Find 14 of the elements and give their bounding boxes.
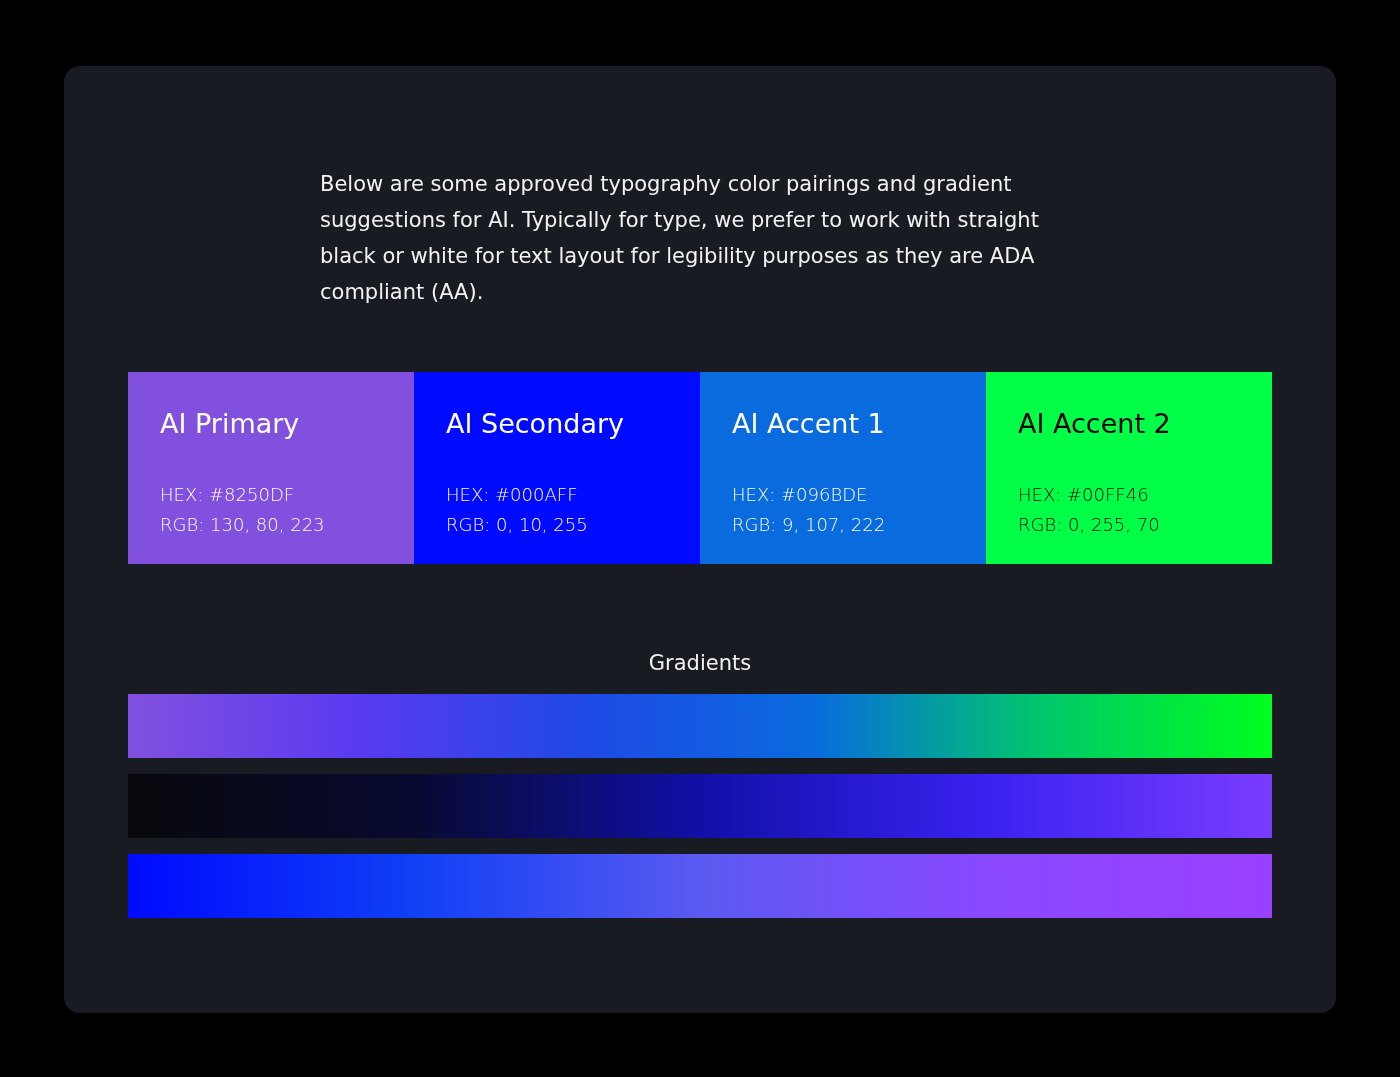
hex-value: HEX: #000AFF bbox=[446, 483, 578, 507]
rgb-value: RGB: 0, 255, 70 bbox=[1018, 513, 1160, 537]
swatch-name: AI Accent 2 bbox=[1018, 407, 1171, 441]
swatch-name: AI Accent 1 bbox=[732, 407, 885, 441]
hex-value: HEX: #8250DF bbox=[160, 483, 295, 507]
swatch-name: AI Secondary bbox=[446, 407, 624, 441]
intro-paragraph: Below are some approved typography color pairings and gradient suggestions for AI. Typically for type, we prefer to work with straight black or white for text layout for legibility purposes as they are ADA compliant (AA). bbox=[320, 171, 1040, 306]
rgb-value: RGB: 0, 10, 255 bbox=[446, 513, 588, 537]
gradients-heading: Gradients bbox=[648, 650, 752, 677]
hex-value: HEX: #00FF46 bbox=[1018, 483, 1149, 507]
rgb-value: RGB: 130, 80, 223 bbox=[160, 513, 325, 537]
swatch-name: AI Primary bbox=[160, 407, 300, 441]
hex-value: HEX: #096BDE bbox=[732, 483, 868, 507]
rgb-value: RGB: 9, 107, 222 bbox=[732, 513, 886, 537]
